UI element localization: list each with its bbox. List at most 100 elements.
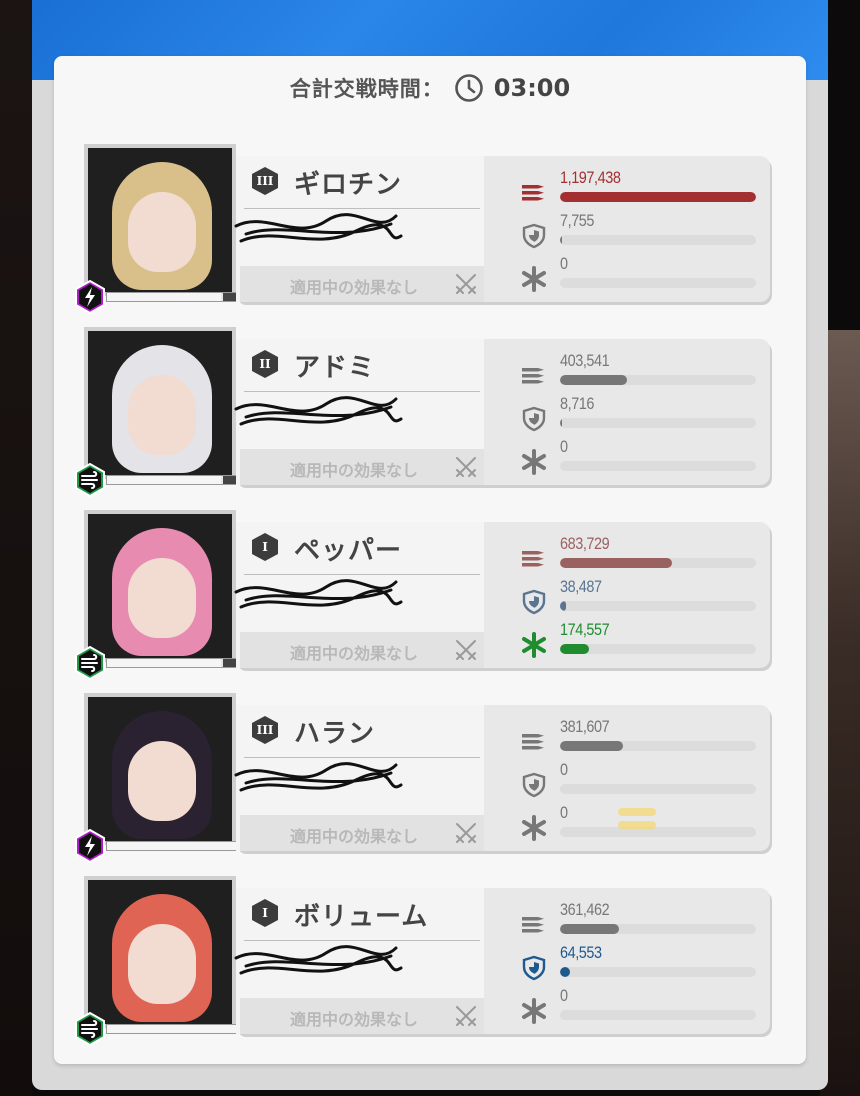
character-name: ハラン — [294, 719, 376, 749]
heal-value: 0 — [560, 986, 568, 1005]
shield-value: 64,553 — [560, 943, 602, 962]
heal-bar — [560, 644, 756, 654]
shield-value: 0 — [560, 760, 568, 779]
shield-icon — [522, 772, 546, 798]
damage-bar-fill — [560, 924, 619, 934]
heal-value: 0 — [560, 803, 568, 822]
character-name: アドミ — [294, 353, 376, 383]
hp-bar-depleted — [223, 293, 237, 301]
shield-stat: 38,487 — [506, 575, 756, 618]
rank-label: I — [262, 906, 268, 920]
active-effect-box: 適用中の効果なし — [240, 815, 484, 851]
wind-element-icon — [75, 463, 105, 497]
shield-bar-fill — [560, 418, 562, 428]
bullets-icon — [522, 551, 544, 567]
character-stats-panel: III ハラン 適用中の効果なし 381,607 0 0 — [234, 705, 770, 851]
heal-stat: 174,557 — [506, 618, 756, 661]
damage-stat: 1,197,438 — [506, 166, 756, 209]
heal-icon — [522, 998, 546, 1024]
damage-stat: 403,541 — [506, 349, 756, 392]
no-active-effect-text: 適用中の効果なし — [290, 644, 419, 663]
hp-bar-fill — [107, 842, 236, 850]
character-info: III ギロチン 適用中の効果なし — [234, 156, 484, 302]
battle-results-card: 合計交戦時間： 03:00 III ギロチン 適用中の効果なし 1,197,43… — [54, 56, 806, 1064]
character-portrait — [84, 327, 236, 479]
heal-icon — [522, 815, 546, 841]
hp-bar — [106, 841, 238, 851]
shield-stat: 7,755 — [506, 209, 756, 252]
character-row: III ギロチン 適用中の効果なし 1,197,438 7,755 0 — [75, 144, 774, 314]
crossed-swords-icon — [456, 1006, 476, 1026]
bullets-icon — [522, 734, 544, 750]
total-battle-time-value: 03:00 — [493, 74, 571, 102]
shield-icon — [522, 589, 546, 615]
results-window: 合計交戦時間： 03:00 III ギロチン 適用中の効果なし 1,197,43… — [32, 0, 828, 1090]
damage-bar-fill — [560, 558, 672, 568]
bullets-icon — [522, 368, 544, 384]
damage-value: 403,541 — [560, 351, 610, 370]
clock-icon — [454, 74, 483, 102]
heal-icon — [522, 632, 546, 658]
character-info: III ハラン 適用中の効果なし — [234, 705, 484, 851]
no-active-effect-text: 適用中の効果なし — [290, 278, 419, 297]
hp-bar-fill — [107, 659, 222, 667]
battle-stats: 361,462 64,553 0 — [506, 898, 756, 1027]
damage-value: 361,462 — [560, 900, 610, 919]
wind-element-icon — [75, 1012, 105, 1046]
character-stats-panel: III ギロチン 適用中の効果なし 1,197,438 7,755 0 — [234, 156, 770, 302]
hp-bar — [106, 658, 238, 668]
shield-bar-fill — [560, 601, 566, 611]
highlight-mark — [618, 808, 656, 829]
character-portrait — [84, 693, 236, 845]
hp-bar-fill — [107, 476, 222, 484]
heal-value: 0 — [560, 254, 568, 273]
damage-value: 381,607 — [560, 717, 610, 736]
shield-value: 38,487 — [560, 577, 602, 596]
electric-element-icon — [75, 280, 105, 314]
damage-bar — [560, 375, 756, 385]
crossed-swords-icon — [456, 640, 476, 660]
shield-stat: 0 — [506, 758, 756, 801]
rank-label: II — [259, 357, 271, 371]
character-stats-panel: I ペッパー 適用中の効果なし 683,729 38,487 174,557 — [234, 522, 770, 668]
shield-icon — [522, 955, 546, 981]
battle-stats: 403,541 8,716 0 — [506, 349, 756, 478]
shield-bar — [560, 784, 756, 794]
hp-bar-depleted — [223, 476, 237, 484]
total-battle-time: 合計交戦時間： 03:00 — [54, 68, 806, 108]
shield-bar-fill — [560, 967, 570, 977]
heal-icon — [522, 449, 546, 475]
shield-bar-fill — [560, 235, 562, 245]
heal-value: 0 — [560, 437, 568, 456]
character-portrait — [84, 510, 236, 662]
character-name: ギロチン — [294, 170, 403, 200]
background-left — [0, 0, 32, 1096]
redacted-scribble — [234, 213, 403, 243]
active-effect-box: 適用中の効果なし — [240, 632, 484, 668]
shield-stat: 8,716 — [506, 392, 756, 435]
damage-bar-fill — [560, 192, 756, 202]
redacted-scribble — [234, 579, 403, 609]
battle-stats: 1,197,438 7,755 0 — [506, 166, 756, 295]
portrait-face — [128, 924, 196, 1004]
character-portrait — [84, 144, 236, 296]
heal-bar — [560, 461, 756, 471]
redacted-scribble — [234, 762, 403, 792]
shield-bar — [560, 235, 756, 245]
bullets-icon — [522, 917, 544, 933]
character-name: ボリューム — [294, 902, 429, 932]
rank-label: I — [262, 540, 268, 554]
damage-bar — [560, 558, 756, 568]
no-active-effect-text: 適用中の効果なし — [290, 827, 419, 846]
rank-label: III — [256, 174, 274, 188]
character-row: II アドミ 適用中の効果なし 403,541 8,716 0 — [75, 327, 774, 497]
damage-bar — [560, 192, 756, 202]
heal-bar — [560, 1010, 756, 1020]
damage-bar — [560, 741, 756, 751]
hp-bar-fill — [107, 293, 222, 301]
damage-bar-fill — [560, 375, 627, 385]
redacted-scribble — [234, 396, 403, 426]
active-effect-box: 適用中の効果なし — [240, 998, 484, 1034]
character-row: III ハラン 適用中の効果なし 381,607 0 0 — [75, 693, 774, 863]
damage-stat: 381,607 — [506, 715, 756, 758]
